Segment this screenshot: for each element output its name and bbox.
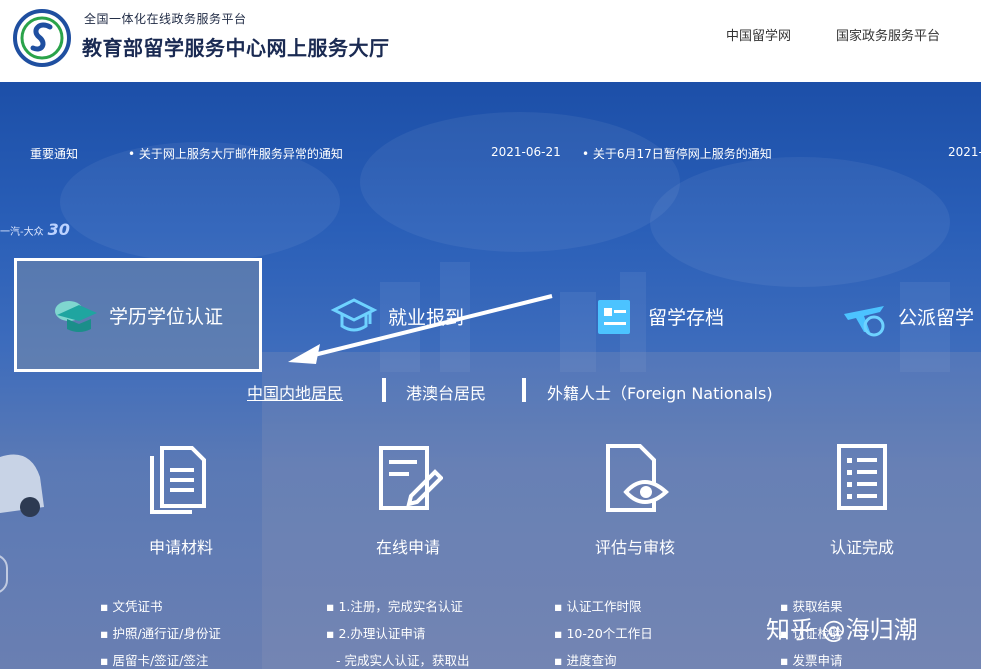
list-item: ▪ 文凭证书 [100, 599, 163, 614]
list-item: ▪ 认证工作时限 [554, 599, 642, 614]
step-title: 评估与审核 [594, 538, 675, 557]
documents-icon [150, 446, 206, 514]
annotation-arrow-icon [288, 294, 553, 364]
tab-degree-verification[interactable]: 学历学位认证 [14, 258, 262, 372]
csc-logo-icon[interactable] [12, 8, 72, 68]
link-china-study-abroad[interactable]: 中国留学网 [726, 25, 791, 44]
list-item: ▪ 2.办理认证申请 [326, 626, 426, 641]
step-verification-complete[interactable]: 认证完成 [787, 442, 937, 558]
resident-hk-macao-taiwan-link[interactable]: 港澳台居民 [406, 380, 486, 404]
airplane-icon [844, 306, 885, 337]
list-item: ▪ 居留卡/签证/签注 [100, 653, 209, 668]
notice-item-link[interactable]: • 关于6月17日暂停网上服务的通知 [582, 145, 772, 162]
step-title: 认证完成 [829, 538, 894, 557]
divider [522, 378, 526, 402]
tab-study-archive[interactable]: 留学存档 [590, 266, 724, 366]
anniversary-badge: 一汽-大众 30 [0, 220, 70, 239]
resident-mainland-link[interactable]: 中国内地居民 [247, 380, 343, 404]
form-edit-icon [379, 446, 443, 510]
archive-icon [598, 300, 630, 334]
document-eye-icon [606, 444, 669, 512]
list-item: ▪ 进度查询 [554, 653, 617, 668]
notice-item-date: 2021-06-21 [491, 145, 561, 159]
step-title: 在线申请 [375, 538, 440, 557]
step-title: 申请材料 [148, 538, 213, 557]
list-item: ▪ 10-20个工作日 [554, 626, 653, 641]
step-online-application[interactable]: 在线申请 [333, 442, 483, 558]
step-bullets-review: ▪ 认证工作时限 ▪ 10-20个工作日 ▪ 进度查询 [554, 596, 653, 669]
badge-number: 30 [47, 220, 70, 239]
list-item: - 完成实人认证，获取出 [336, 653, 470, 668]
world-map-background [60, 112, 981, 669]
platform-subtitle: 全国一体化在线政务服务平台 [84, 12, 247, 26]
link-national-gov-services[interactable]: 国家政务服务平台 [836, 25, 940, 44]
step-bullets-materials: ▪ 文凭证书 ▪ 护照/通行证/身份证 ▪ 居留卡/签证/签注 [100, 596, 221, 669]
step-application-materials[interactable]: 申请材料 [106, 442, 256, 558]
tab-label: 留学存档 [648, 306, 725, 329]
notice-bar: 重要通知 • 关于网上服务大厅邮件服务异常的通知 2021-06-21 • 关于… [0, 142, 981, 164]
divider [382, 378, 386, 402]
tab-label: 公派留学 [898, 306, 975, 329]
list-item: ▪ 发票申请 [780, 653, 843, 668]
resident-foreign-link[interactable]: 外籍人士（Foreign Nationals) [547, 380, 773, 404]
notice-label: 重要通知 [30, 147, 79, 161]
car-image [0, 454, 44, 517]
list-item: ▪ 护照/通行证/身份证 [100, 626, 221, 641]
site-header: 全国一体化在线政务服务平台 教育部留学服务中心网上服务大厅 中国留学网 国家政务… [0, 0, 981, 82]
page-title: 教育部留学服务中心网上服务大厅 [82, 36, 390, 60]
step-bullets-online: ▪ 1.注册，完成实名认证 ▪ 2.办理认证申请 - 完成实人认证，获取出 [326, 596, 469, 669]
tab-label: 学历学位认证 [109, 305, 224, 328]
hero-banner: 重要通知 • 关于网上服务大厅邮件服务异常的通知 2021-06-21 • 关于… [0, 82, 981, 669]
checklist-icon [837, 444, 887, 510]
step-evaluation-review[interactable]: 评估与审核 [560, 442, 710, 558]
notice-item-link[interactable]: • 关于网上服务大厅邮件服务异常的通知 [128, 145, 343, 162]
tab-government-study-abroad[interactable]: 公派留学 [840, 266, 974, 366]
notice-item-date: 2021- [948, 145, 981, 159]
graduation-cap-icon [55, 301, 97, 332]
list-item: ▪ 1.注册，完成实名认证 [326, 599, 463, 614]
badge-text: 一汽-大众 [0, 227, 44, 238]
watermark: 知乎 @海归潮 [766, 616, 918, 644]
